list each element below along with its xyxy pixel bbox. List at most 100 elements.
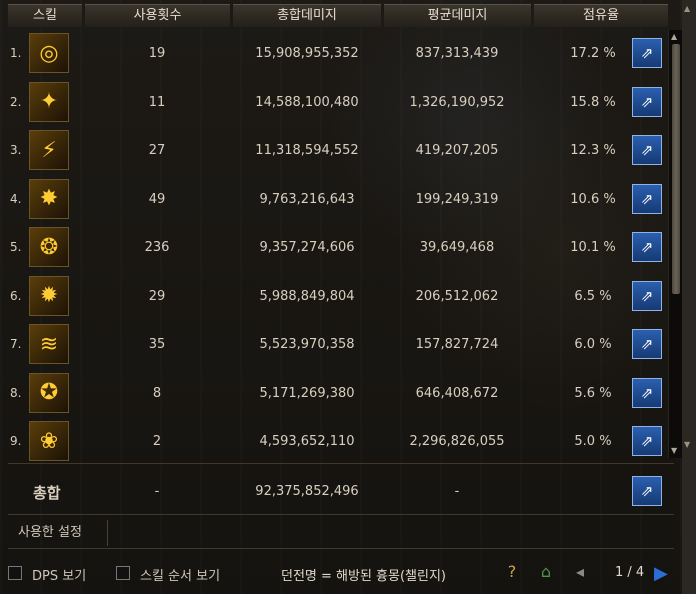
use-count: 236 bbox=[144, 240, 170, 255]
skill-3-icon[interactable]: ⚡ bbox=[29, 130, 69, 170]
scroll-up-icon[interactable]: ▲ bbox=[671, 32, 677, 41]
share-icon: ⇗ bbox=[640, 432, 654, 450]
table-row: 8. ✪ 8 5,171,269,380 646,408,672 5.6 % ⇗ bbox=[0, 370, 682, 418]
table-header: 스킬 사용횟수 총합데미지 평균데미지 점유율 bbox=[0, 4, 682, 28]
skill-9-icon[interactable]: ❀ bbox=[29, 421, 69, 461]
header-share[interactable]: 점유율 bbox=[534, 4, 668, 27]
use-count: 11 bbox=[148, 94, 166, 110]
next-page-icon[interactable]: ▶ bbox=[654, 563, 668, 584]
total-damage: 15,908,955,352 bbox=[255, 46, 359, 61]
help-icon[interactable]: ? bbox=[500, 560, 524, 584]
dps-label: DPS 보기 bbox=[32, 569, 87, 584]
avg-damage: 646,408,672 bbox=[415, 385, 499, 401]
avg-damage: 206,512,062 bbox=[415, 288, 499, 304]
share-button[interactable]: ⇗ bbox=[632, 426, 662, 456]
dps-panel: 스킬 사용횟수 총합데미지 평균데미지 점유율 1. ◎ 19 15,908,9… bbox=[0, 0, 683, 594]
use-count: 19 bbox=[148, 46, 166, 61]
header-total[interactable]: 총합데미지 bbox=[233, 4, 381, 27]
use-count: 35 bbox=[148, 337, 166, 352]
dps-checkbox[interactable] bbox=[8, 566, 22, 580]
table-row: 3. ⚡ 27 11,318,594,552 419,207,205 12.3 … bbox=[0, 127, 682, 175]
row-index: 3. bbox=[10, 143, 22, 157]
back-icon[interactable]: ◂ bbox=[568, 560, 592, 584]
skill-5-icon[interactable]: ❂ bbox=[29, 227, 69, 267]
total-damage: 4,593,652,110 bbox=[259, 434, 355, 449]
share-button[interactable]: ⇗ bbox=[632, 183, 662, 214]
use-count: 27 bbox=[148, 143, 166, 158]
skill-1-icon[interactable]: ◎ bbox=[29, 33, 69, 73]
skill-order-label: 스킬 순서 보기 bbox=[140, 569, 221, 584]
outer-scroll-up-icon[interactable]: ▲ bbox=[684, 4, 690, 13]
home-icon[interactable]: ⌂ bbox=[534, 560, 558, 584]
share-button[interactable]: ⇗ bbox=[632, 280, 662, 311]
table-row: 2. ✦ 11 14,588,100,480 1,326,190,952 15.… bbox=[0, 79, 682, 127]
skill-7-icon[interactable]: ≋ bbox=[29, 324, 69, 364]
share-button[interactable]: ⇗ bbox=[632, 377, 662, 408]
row-index: 4. bbox=[10, 191, 22, 206]
avg-damage: 2,296,826,055 bbox=[409, 434, 505, 449]
avg-damage: 39,649,468 bbox=[419, 240, 495, 255]
use-count: 2 bbox=[152, 434, 162, 449]
skill-2-icon[interactable]: ✦ bbox=[29, 81, 69, 122]
skill-4-icon[interactable]: ✸ bbox=[29, 178, 69, 219]
skill-8-icon[interactable]: ✪ bbox=[29, 372, 69, 413]
row-index: 8. bbox=[10, 385, 22, 400]
share-icon: ⇗ bbox=[640, 92, 654, 111]
row-index: 6. bbox=[10, 288, 22, 303]
use-count: 8 bbox=[152, 385, 162, 401]
row-index: 9. bbox=[10, 434, 22, 448]
divider bbox=[8, 514, 674, 515]
used-settings-button[interactable]: 사용한 설정 bbox=[8, 520, 108, 546]
share-button[interactable]: ⇗ bbox=[632, 232, 662, 262]
share-icon: ⇗ bbox=[640, 141, 654, 159]
bottom-bar: DPS 보기 스킬 순서 보기 던전명 = 해방된 흉몽(챌린지) ? ⌂ ◂ … bbox=[0, 558, 696, 588]
share-icon: ⇗ bbox=[640, 383, 654, 402]
total-damage: 11,318,594,552 bbox=[255, 143, 359, 158]
total-label: 총합 bbox=[33, 484, 61, 502]
avg-damage: 199,249,319 bbox=[415, 191, 499, 207]
share-button[interactable]: ⇗ bbox=[632, 135, 662, 165]
share-icon: ⇗ bbox=[640, 482, 654, 500]
total-damage: 5,523,970,358 bbox=[259, 337, 355, 352]
share-button[interactable]: ⇗ bbox=[632, 86, 662, 117]
table-row: 6. ✹ 29 5,988,849,804 206,512,062 6.5 % … bbox=[0, 273, 682, 321]
table-row: 9. ❀ 2 4,593,652,110 2,296,826,055 5.0 %… bbox=[0, 418, 682, 466]
scroll-thumb[interactable] bbox=[672, 44, 680, 294]
share-icon: ⇗ bbox=[640, 286, 654, 305]
share-button[interactable]: ⇗ bbox=[632, 329, 662, 359]
row-index: 5. bbox=[10, 240, 22, 254]
row-index: 1. bbox=[10, 46, 22, 60]
header-avg[interactable]: 평균데미지 bbox=[384, 4, 531, 27]
divider bbox=[8, 463, 674, 464]
total-damage: 9,357,274,606 bbox=[259, 240, 355, 255]
total-damage: 9,763,216,643 bbox=[259, 191, 355, 207]
share-icon: ⇗ bbox=[640, 189, 654, 208]
use-count: 29 bbox=[148, 288, 166, 304]
divider bbox=[8, 548, 674, 549]
skill-6-icon[interactable]: ✹ bbox=[29, 275, 69, 316]
table-row: 7. ≋ 35 5,523,970,358 157,827,724 6.0 % … bbox=[0, 321, 682, 369]
total-avg: - bbox=[454, 484, 460, 499]
outer-scrollbar[interactable]: ▲ ▼ bbox=[682, 0, 696, 594]
header-skill[interactable]: 스킬 bbox=[8, 4, 82, 27]
share-button[interactable]: ⇗ bbox=[632, 38, 662, 68]
table-row: 5. ❂ 236 9,357,274,606 39,649,468 10.1 %… bbox=[0, 224, 682, 272]
share-icon: ⇗ bbox=[640, 335, 654, 353]
total-damage: 14,588,100,480 bbox=[255, 94, 359, 110]
skill-order-checkbox[interactable] bbox=[116, 566, 130, 580]
share-icon: ⇗ bbox=[640, 44, 654, 62]
avg-damage: 837,313,439 bbox=[415, 46, 499, 61]
row-index: 2. bbox=[10, 94, 22, 109]
avg-damage: 1,326,190,952 bbox=[409, 94, 505, 110]
outer-scroll-down-icon[interactable]: ▼ bbox=[684, 440, 690, 449]
scrollbar[interactable]: ▲ ▼ bbox=[668, 30, 683, 458]
use-count: 49 bbox=[148, 191, 166, 207]
avg-damage: 157,827,724 bbox=[415, 337, 499, 352]
page-indicator: 1 / 4 bbox=[615, 565, 645, 580]
total-share-button[interactable]: ⇗ bbox=[632, 476, 662, 506]
table-row: 4. ✸ 49 9,763,216,643 199,249,319 10.6 %… bbox=[0, 176, 682, 224]
header-count[interactable]: 사용횟수 bbox=[85, 4, 230, 27]
table-row: 1. ◎ 19 15,908,955,352 837,313,439 17.2 … bbox=[0, 30, 682, 78]
scroll-down-icon[interactable]: ▼ bbox=[671, 446, 677, 455]
row-index: 7. bbox=[10, 337, 22, 351]
